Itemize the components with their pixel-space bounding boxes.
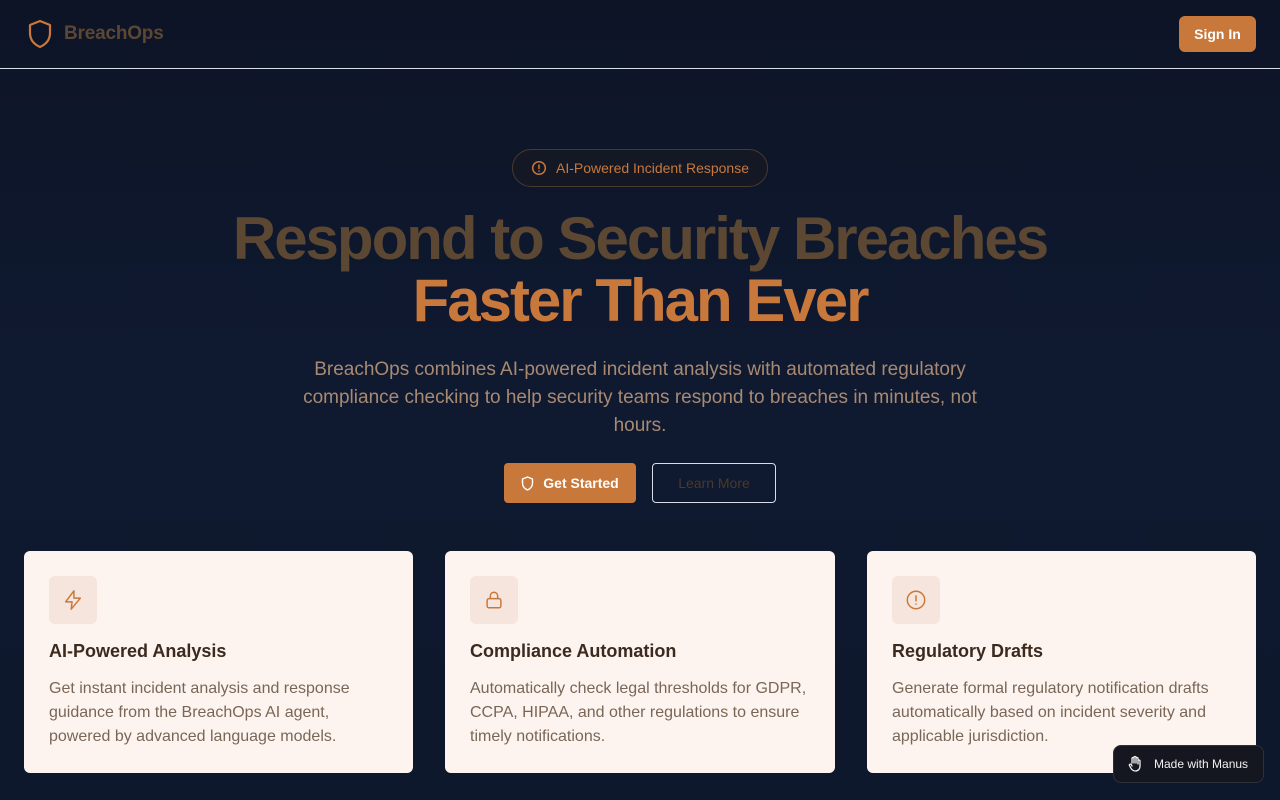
get-started-button[interactable]: Get Started — [504, 463, 636, 503]
shield-icon — [521, 475, 534, 491]
feature-card-compliance: Compliance Automation Automatically chec… — [445, 551, 835, 773]
site-header: BreachOps Sign In — [0, 0, 1280, 69]
lightning-icon — [64, 590, 82, 610]
lock-icon — [486, 591, 502, 609]
hero-headline: Respond to Security Breaches Faster Than… — [0, 208, 1280, 332]
feature-description: Automatically check legal thresholds for… — [470, 680, 807, 745]
feature-card-ai-analysis: AI-Powered Analysis Get instant incident… — [24, 551, 413, 773]
feature-description: Get instant incident analysis and respon… — [49, 680, 350, 745]
alert-circle-icon — [906, 590, 926, 610]
brand[interactable]: BreachOps — [27, 19, 164, 49]
hero-badge-text: AI-Powered Incident Response — [556, 160, 749, 176]
cta-row: Get Started Learn More — [0, 463, 1280, 503]
feature-icon-box — [470, 576, 518, 624]
feature-description: Generate formal regulatory notification … — [892, 680, 1209, 745]
feature-title: Compliance Automation — [470, 641, 677, 661]
made-with-manus-badge[interactable]: Made with Manus — [1113, 745, 1264, 783]
headline-line-1: Respond to Security Breaches — [232, 205, 1049, 272]
learn-more-button[interactable]: Learn More — [652, 463, 776, 503]
shield-logo-icon — [27, 19, 53, 49]
feature-title: Regulatory Drafts — [892, 641, 1044, 661]
feature-icon-box — [892, 576, 940, 624]
manus-hand-icon — [1128, 755, 1141, 772]
feature-title: AI-Powered Analysis — [49, 641, 227, 661]
feature-card-regulatory-drafts: Regulatory Drafts Generate formal regula… — [867, 551, 1256, 773]
hero-subtext: BreachOps combines AI-powered incident a… — [303, 359, 977, 436]
alert-circle-icon — [531, 160, 547, 176]
hero-badge: AI-Powered Incident Response — [512, 149, 768, 187]
get-started-label: Get Started — [543, 475, 619, 491]
headline-line-2: Faster Than Ever — [412, 267, 870, 334]
sign-in-button[interactable]: Sign In — [1179, 16, 1256, 52]
brand-name: BreachOps — [64, 23, 164, 44]
manus-badge-label: Made with Manus — [1154, 757, 1249, 771]
feature-icon-box — [49, 576, 97, 624]
